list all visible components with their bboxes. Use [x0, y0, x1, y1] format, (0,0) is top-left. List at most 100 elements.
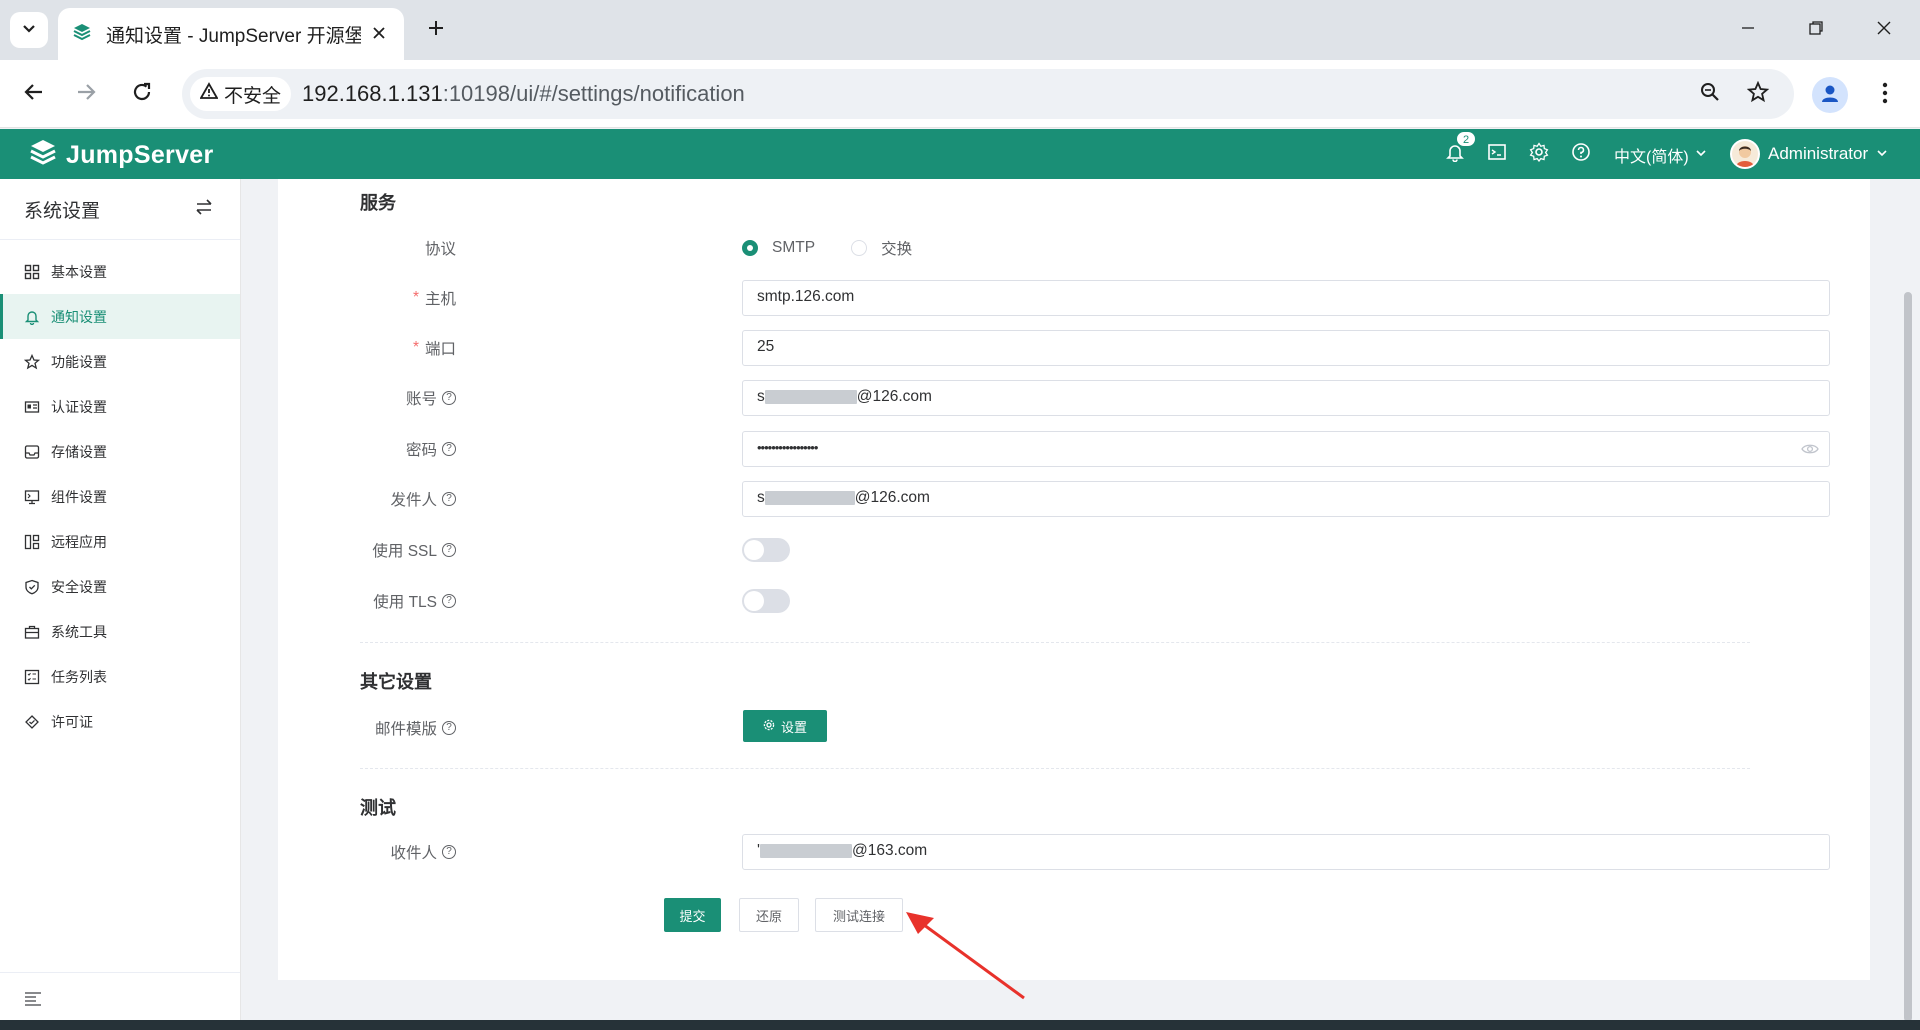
- sidebar-item-component[interactable]: 组件设置: [0, 474, 240, 519]
- bookmark-button[interactable]: [1742, 78, 1774, 110]
- jumpserver-favicon-icon: [72, 22, 92, 47]
- test-connection-button[interactable]: 测试连接: [815, 898, 903, 932]
- checklist-icon: [23, 668, 41, 686]
- sidebar-item-tools[interactable]: 系统工具: [0, 609, 240, 654]
- browser-tab-active[interactable]: 通知设置 - JumpServer 开源堡: [58, 8, 404, 60]
- email-template-label: 邮件模版?: [375, 717, 456, 739]
- url-text[interactable]: 192.168.1.131:10198/ui/#/settings/notifi…: [302, 81, 745, 107]
- browser-tab-strip: 通知设置 - JumpServer 开源堡: [0, 0, 1920, 60]
- ssl-switch[interactable]: [742, 538, 790, 562]
- apps-icon: [23, 533, 41, 551]
- minimize-button[interactable]: [1724, 10, 1772, 50]
- question-circle-icon[interactable]: ?: [442, 721, 456, 735]
- language-selector[interactable]: 中文(简体): [1614, 143, 1707, 167]
- back-button[interactable]: [14, 74, 54, 114]
- sidebar-item-label: 认证设置: [51, 398, 107, 415]
- gear-icon: [763, 719, 775, 734]
- port-value: 25: [757, 338, 775, 355]
- question-circle-icon[interactable]: ?: [442, 845, 456, 859]
- reset-button[interactable]: 还原: [739, 898, 799, 932]
- user-menu[interactable]: Administrator: [1730, 139, 1888, 169]
- button-label: 提交: [679, 908, 706, 924]
- profile-button[interactable]: [1812, 77, 1848, 113]
- sender-value-suffix: @126.com: [854, 489, 930, 506]
- sidebar-item-auth[interactable]: 认证设置: [0, 384, 240, 429]
- terminal-icon: [1487, 142, 1507, 167]
- submit-button[interactable]: 提交: [664, 898, 721, 932]
- question-circle-icon[interactable]: ?: [442, 594, 456, 608]
- protocol-exchange-radio[interactable]: 交换: [851, 237, 912, 259]
- avatar: [1730, 139, 1760, 169]
- new-tab-button[interactable]: [418, 12, 454, 48]
- zoom-button[interactable]: [1694, 78, 1726, 110]
- protocol-smtp-radio[interactable]: SMTP: [742, 239, 815, 257]
- chevron-down-icon: [21, 20, 37, 41]
- sidebar-item-label: 存储设置: [51, 443, 107, 460]
- password-input[interactable]: •••••••••••••••••: [742, 431, 1830, 467]
- arrow-left-icon: [23, 81, 45, 108]
- question-circle-icon[interactable]: ?: [442, 543, 456, 557]
- sender-label: 发件人?: [390, 488, 456, 510]
- question-circle-icon[interactable]: ?: [442, 391, 456, 405]
- radio-label: 交换: [881, 241, 913, 258]
- protocol-label: 协议: [424, 241, 456, 258]
- user-name: Administrator: [1768, 144, 1869, 163]
- sidebar-item-license[interactable]: 许可证: [0, 699, 240, 744]
- email-template-settings-button[interactable]: 设置: [743, 710, 827, 742]
- host-input[interactable]: smtp.126.com: [742, 280, 1830, 316]
- protocol-row: 协议 SMTP 交换: [360, 230, 1780, 266]
- button-label: 设置: [780, 719, 807, 735]
- sender-row: 发件人? s @126.com: [360, 481, 1830, 517]
- sidebar-item-tasks[interactable]: 任务列表: [0, 654, 240, 699]
- question-circle-icon[interactable]: ?: [442, 492, 456, 506]
- radio-unchecked-icon: [851, 240, 868, 256]
- section-title-other: 其它设置: [360, 672, 432, 692]
- sidebar-item-security[interactable]: 安全设置: [0, 564, 240, 609]
- sender-input[interactable]: s @126.com: [742, 481, 1830, 517]
- forward-button[interactable]: [66, 74, 106, 114]
- address-bar[interactable]: 不安全 192.168.1.131:10198/ui/#/settings/no…: [182, 69, 1794, 119]
- recipient-value-suffix: @163.com: [851, 842, 928, 859]
- password-value: •••••••••••••••••: [757, 440, 818, 455]
- help-button[interactable]: [1568, 141, 1594, 167]
- jumpserver-logo[interactable]: JumpServer: [28, 138, 214, 173]
- recipient-row: 收件人? ' @163.com: [360, 834, 1830, 870]
- account-value-prefix: s: [757, 388, 765, 405]
- password-row: 密码? •••••••••••••••••: [360, 431, 1830, 467]
- browser-menu-button[interactable]: [1870, 78, 1900, 112]
- url-host: 192.168.1.131: [302, 81, 443, 106]
- sidebar-item-label: 系统工具: [51, 623, 107, 640]
- tls-switch[interactable]: [742, 589, 790, 613]
- sidebar-item-feature[interactable]: 功能设置: [0, 339, 240, 384]
- close-icon[interactable]: [368, 22, 390, 44]
- sidebar-title: 系统设置: [24, 200, 101, 222]
- bottom-strip: [0, 1020, 1920, 1030]
- settings-button[interactable]: [1526, 141, 1552, 167]
- port-input[interactable]: 25: [742, 330, 1830, 366]
- sidebar-item-storage[interactable]: 存储设置: [0, 429, 240, 474]
- section-divider: [360, 642, 1750, 643]
- window-close-button[interactable]: [1860, 10, 1908, 50]
- web-terminal-button[interactable]: [1484, 141, 1510, 167]
- page-scrollbar[interactable]: [1904, 292, 1912, 1022]
- sidebar-item-notification[interactable]: 通知设置: [0, 294, 240, 339]
- tab-search-button[interactable]: [10, 12, 48, 48]
- sidebar-item-basic[interactable]: 基本设置: [0, 249, 240, 294]
- arrow-right-icon: [75, 81, 97, 108]
- account-input[interactable]: s @126.com: [742, 380, 1830, 416]
- question-circle-icon[interactable]: ?: [442, 442, 456, 456]
- host-label: * 主机: [412, 289, 456, 308]
- account-value-suffix: @126.com: [856, 388, 932, 405]
- eye-icon[interactable]: [1801, 441, 1819, 462]
- sidebar-item-remote-app[interactable]: 远程应用: [0, 519, 240, 564]
- reload-button[interactable]: [122, 74, 162, 114]
- notifications-button[interactable]: 2: [1442, 131, 1476, 167]
- security-indicator[interactable]: 不安全: [190, 77, 292, 111]
- swap-icon[interactable]: [194, 197, 214, 222]
- recipient-input[interactable]: ' @163.com: [742, 834, 1830, 870]
- annotation-arrow: [906, 912, 1025, 1000]
- port-row: *25端口 25: [360, 330, 1830, 366]
- star-box-icon: [23, 353, 41, 371]
- restore-button[interactable]: [1792, 10, 1840, 50]
- reload-icon: [131, 81, 153, 108]
